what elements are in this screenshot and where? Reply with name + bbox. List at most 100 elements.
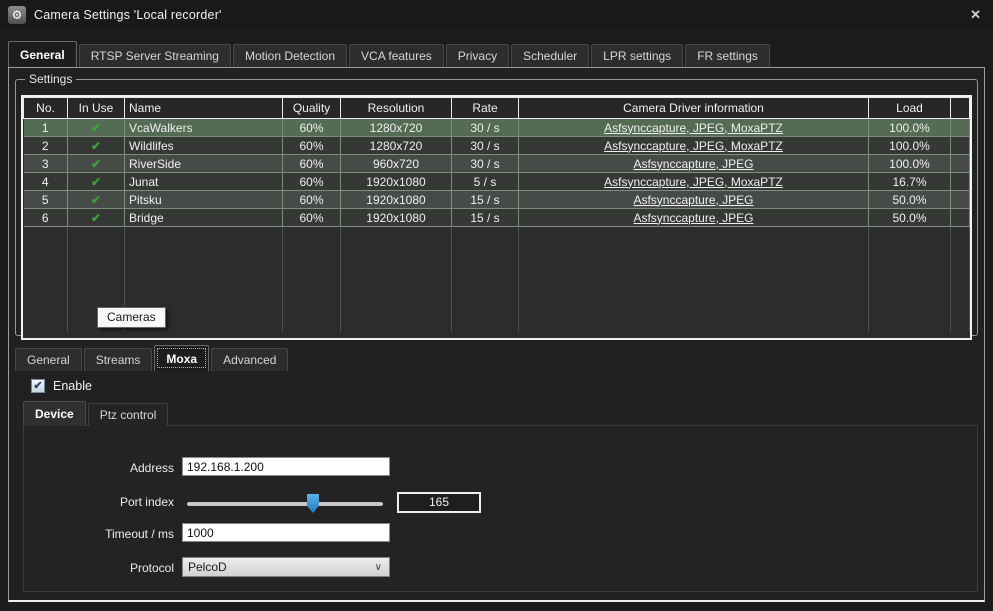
cell-quality: 60%	[283, 119, 341, 137]
cell-resolution: 1920x1080	[341, 173, 452, 191]
cell-quality: 60%	[283, 173, 341, 191]
cell-load: 100.0%	[869, 155, 951, 173]
cell-no: 5	[24, 191, 68, 209]
driver-link[interactable]: Asfsynccapture, JPEG, MoxaPTZ	[604, 121, 783, 135]
tab-ptz-control[interactable]: Ptz control	[88, 403, 169, 426]
cell-rate: 15 / s	[452, 209, 519, 227]
cell-rate: 30 / s	[452, 137, 519, 155]
column-header-rate[interactable]: Rate	[452, 98, 519, 119]
title-bar: ⚙ Camera Settings 'Local recorder' ✕	[0, 0, 993, 30]
check-icon: ✔	[68, 191, 125, 209]
timeout-label: Timeout / ms	[34, 527, 174, 541]
cell-load: 100.0%	[869, 119, 951, 137]
camera-row-4[interactable]: 4 ✔ Junat 60% 1920x1080 5 / s Asfsynccap…	[24, 173, 970, 191]
column-header-in-use[interactable]: In Use	[68, 98, 125, 119]
column-header-name[interactable]: Name	[125, 98, 283, 119]
protocol-label: Protocol	[34, 561, 174, 575]
tab-streams[interactable]: Streams	[84, 348, 153, 371]
camera-settings-icon: ⚙	[8, 6, 26, 24]
chevron-down-icon: ∨	[375, 562, 382, 573]
protocol-select[interactable]: PelcoD ∨	[182, 557, 390, 577]
cell-rate: 5 / s	[452, 173, 519, 191]
camera-row-3[interactable]: 3 ✔ RiverSide 60% 960x720 30 / s Asfsync…	[24, 155, 970, 173]
cell-empty	[951, 155, 970, 173]
enable-row: ✔ Enable	[31, 379, 92, 393]
cell-load: 50.0%	[869, 191, 951, 209]
tab-fr-settings[interactable]: FR settings	[685, 44, 770, 67]
address-field[interactable]	[182, 457, 390, 476]
cell-quality: 60%	[283, 137, 341, 155]
cell-quality: 60%	[283, 155, 341, 173]
timeout-field[interactable]	[182, 523, 390, 542]
cell-name: Junat	[125, 173, 283, 191]
slider-track[interactable]	[187, 502, 383, 506]
cameras-tooltip: Cameras	[97, 307, 166, 328]
tab-lpr-settings[interactable]: LPR settings	[591, 44, 683, 67]
cell-no: 3	[24, 155, 68, 173]
cell-rate: 30 / s	[452, 119, 519, 137]
main-tab-bar: General RTSP Server Streaming Motion Det…	[8, 41, 772, 67]
port-index-label: Port index	[34, 495, 174, 509]
address-label: Address	[34, 461, 174, 475]
close-icon[interactable]: ✕	[970, 7, 981, 23]
cell-name: Wildlifes	[125, 137, 283, 155]
table-header-row: No. In Use Name Quality Resolution Rate …	[24, 98, 970, 119]
cell-resolution: 1920x1080	[341, 209, 452, 227]
cell-name: Bridge	[125, 209, 283, 227]
cell-empty	[951, 173, 970, 191]
driver-link[interactable]: Asfsynccapture, JPEG	[633, 157, 753, 171]
cell-quality: 60%	[283, 209, 341, 227]
column-header-no[interactable]: No.	[24, 98, 68, 119]
cell-no: 6	[24, 209, 68, 227]
port-index-value[interactable]: 165	[397, 492, 481, 513]
cell-rate: 30 / s	[452, 155, 519, 173]
camera-row-6[interactable]: 6 ✔ Bridge 60% 1920x1080 15 / s Asfsyncc…	[24, 209, 970, 227]
tab-vca-features[interactable]: VCA features	[349, 44, 444, 67]
window-title: Camera Settings 'Local recorder'	[34, 8, 222, 22]
cell-empty	[951, 209, 970, 227]
device-tab-bar: Device Ptz control	[23, 402, 170, 426]
column-header-driver[interactable]: Camera Driver information	[519, 98, 869, 119]
tab-scheduler[interactable]: Scheduler	[511, 44, 589, 67]
camera-row-5[interactable]: 5 ✔ Pitsku 60% 1920x1080 15 / s Asfsyncc…	[24, 191, 970, 209]
cell-resolution: 1280x720	[341, 137, 452, 155]
column-header-load[interactable]: Load	[869, 98, 951, 119]
slider-thumb[interactable]	[307, 494, 319, 513]
cell-resolution: 960x720	[341, 155, 452, 173]
enable-checkbox[interactable]: ✔	[31, 379, 45, 393]
tab-motion-detection[interactable]: Motion Detection	[233, 44, 347, 67]
driver-link[interactable]: Asfsynccapture, JPEG	[633, 193, 753, 207]
tab-camera-general[interactable]: General	[15, 348, 82, 371]
settings-group-label: Settings	[25, 72, 76, 86]
driver-link[interactable]: Asfsynccapture, JPEG, MoxaPTZ	[604, 139, 783, 153]
tab-rtsp-server-streaming[interactable]: RTSP Server Streaming	[79, 44, 231, 67]
tab-device[interactable]: Device	[23, 401, 86, 426]
camera-table: No. In Use Name Quality Resolution Rate …	[21, 95, 972, 340]
cell-no: 2	[24, 137, 68, 155]
check-icon: ✔	[68, 209, 125, 227]
cell-resolution: 1280x720	[341, 119, 452, 137]
cell-no: 1	[24, 119, 68, 137]
cell-load: 100.0%	[869, 137, 951, 155]
driver-link[interactable]: Asfsynccapture, JPEG, MoxaPTZ	[604, 175, 783, 189]
general-tab-page: Settings No. In Use Name Quality Resolut…	[8, 67, 985, 602]
protocol-selected-value: PelcoD	[188, 560, 227, 574]
cell-name: VcaWalkers	[125, 119, 283, 137]
driver-link[interactable]: Asfsynccapture, JPEG	[633, 211, 753, 225]
enable-label: Enable	[53, 379, 92, 393]
column-header-resolution[interactable]: Resolution	[341, 98, 452, 119]
tab-advanced[interactable]: Advanced	[211, 348, 288, 371]
camera-row-2[interactable]: 2 ✔ Wildlifes 60% 1280x720 30 / s Asfsyn…	[24, 137, 970, 155]
camera-row-1[interactable]: 1 ✔ VcaWalkers 60% 1280x720 30 / s Asfsy…	[24, 119, 970, 137]
check-icon: ✔	[68, 119, 125, 137]
column-header-quality[interactable]: Quality	[283, 98, 341, 119]
cell-load: 50.0%	[869, 209, 951, 227]
tab-privacy[interactable]: Privacy	[446, 44, 509, 67]
check-icon: ✔	[68, 155, 125, 173]
tab-moxa[interactable]: Moxa	[154, 345, 209, 371]
cell-quality: 60%	[283, 191, 341, 209]
cell-resolution: 1920x1080	[341, 191, 452, 209]
port-index-slider[interactable]	[187, 494, 383, 514]
tab-general[interactable]: General	[8, 41, 77, 67]
camera-settings-window: ⚙ Camera Settings 'Local recorder' ✕ Gen…	[0, 0, 993, 611]
